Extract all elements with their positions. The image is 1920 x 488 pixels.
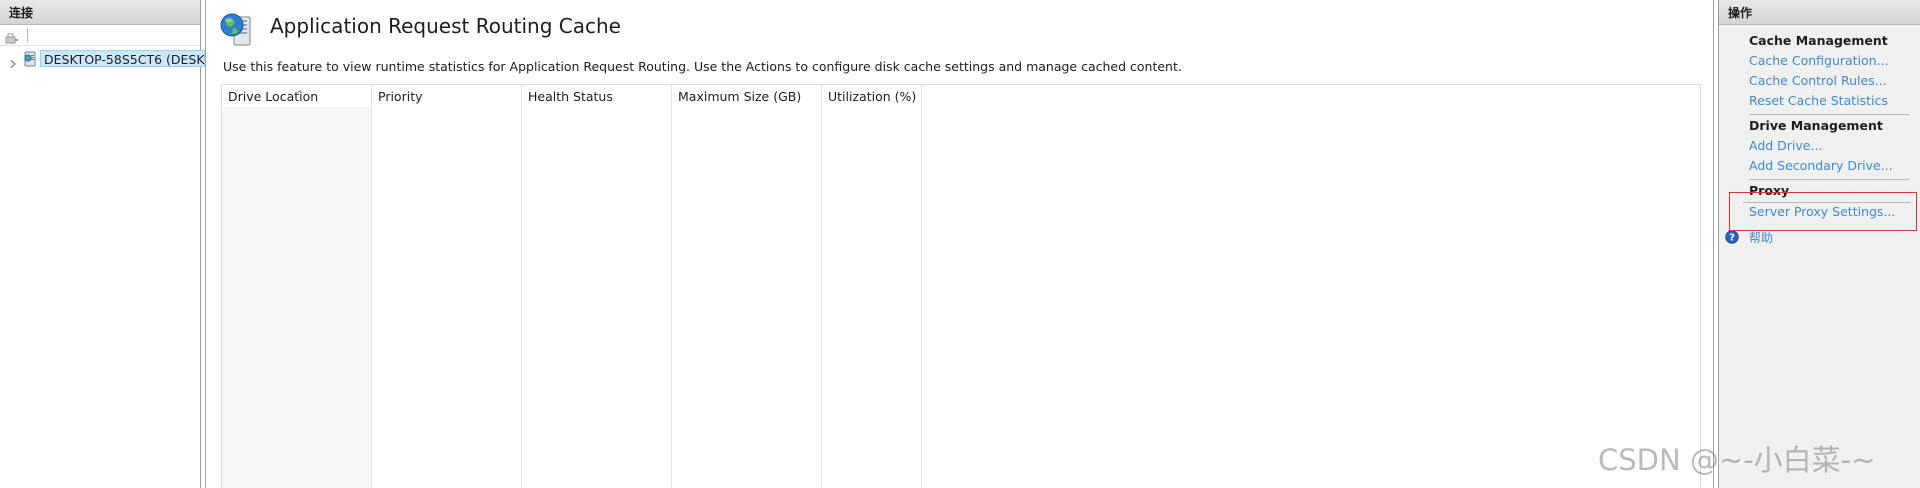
group-separator bbox=[1749, 179, 1909, 180]
server-icon bbox=[22, 51, 38, 67]
feature-pane: Application Request Routing Cache Use th… bbox=[205, 0, 1714, 488]
group-title: Proxy bbox=[1749, 183, 1790, 198]
server-node-label[interactable]: DESKTOP-58S5CT6 (DESKTOP-58S5CT6\Adminis… bbox=[40, 50, 205, 67]
actions-pane: 操作 Cache Management Cache Configuration.… bbox=[1718, 0, 1920, 488]
cache-configuration-link[interactable]: Cache Configuration... bbox=[1749, 53, 1889, 68]
connections-header: 连接 bbox=[0, 0, 200, 25]
connect-icon[interactable] bbox=[5, 29, 19, 44]
table-column-body bbox=[822, 107, 922, 488]
page-title: Application Request Routing Cache bbox=[270, 14, 621, 38]
add-drive-link[interactable]: Add Drive... bbox=[1749, 138, 1822, 153]
connections-tree: DESKTOP-58S5CT6 (DESKTOP-58S5CT6\Adminis… bbox=[0, 46, 205, 68]
actions-header: 操作 bbox=[1719, 0, 1920, 25]
column-header-label: Drive Location bbox=[228, 89, 319, 104]
column-header-health-status[interactable]: Health Status bbox=[522, 85, 672, 107]
connections-pane: 连接 DESKTOP-58S5CT6 (DESK bbox=[0, 0, 205, 488]
cache-drives-table[interactable]: ^ Drive Location Priority Health Status … bbox=[221, 84, 1701, 488]
connections-toolbar bbox=[0, 25, 200, 46]
table-column-body bbox=[222, 107, 372, 488]
table-column-body bbox=[672, 107, 822, 488]
column-header-label: Health Status bbox=[528, 89, 613, 104]
feature-description: Use this feature to view runtime statist… bbox=[223, 59, 1182, 74]
chevron-right-icon[interactable] bbox=[8, 54, 18, 68]
column-header-label: Priority bbox=[378, 89, 423, 104]
add-secondary-drive-link[interactable]: Add Secondary Drive... bbox=[1749, 158, 1893, 173]
group-title: Drive Management bbox=[1749, 118, 1883, 133]
column-header-label: Utilization (%) bbox=[828, 89, 917, 104]
group-separator bbox=[1749, 114, 1909, 115]
column-header-maximum-size[interactable]: Maximum Size (GB) bbox=[672, 85, 822, 107]
column-header-utilization[interactable]: Utilization (%) bbox=[822, 85, 922, 107]
table-column-body bbox=[372, 107, 522, 488]
help-icon[interactable]: ? bbox=[1725, 229, 1739, 244]
svg-text:?: ? bbox=[1729, 233, 1735, 244]
server-proxy-settings-link[interactable]: Server Proxy Settings... bbox=[1749, 204, 1895, 219]
sort-ascending-icon: ^ bbox=[296, 90, 304, 100]
reset-cache-statistics-link[interactable]: Reset Cache Statistics bbox=[1749, 93, 1888, 108]
watermark: CSDN @~-小白菜-~ bbox=[1598, 443, 1876, 477]
cache-control-rules-link[interactable]: Cache Control Rules... bbox=[1749, 73, 1887, 88]
tree-node-server[interactable]: DESKTOP-58S5CT6 (DESKTOP-58S5CT6\Adminis… bbox=[0, 50, 205, 68]
group-separator bbox=[1743, 202, 1911, 203]
column-header-priority[interactable]: Priority bbox=[372, 85, 522, 107]
arr-cache-globe-server-icon bbox=[219, 11, 255, 47]
table-column-body bbox=[522, 107, 672, 488]
column-header-label: Maximum Size (GB) bbox=[678, 89, 802, 104]
group-title: Cache Management bbox=[1749, 33, 1888, 48]
help-link[interactable]: 帮助 bbox=[1749, 229, 1773, 246]
column-header-drive-location[interactable]: ^ Drive Location bbox=[222, 85, 372, 107]
toolbar-separator bbox=[27, 28, 28, 42]
